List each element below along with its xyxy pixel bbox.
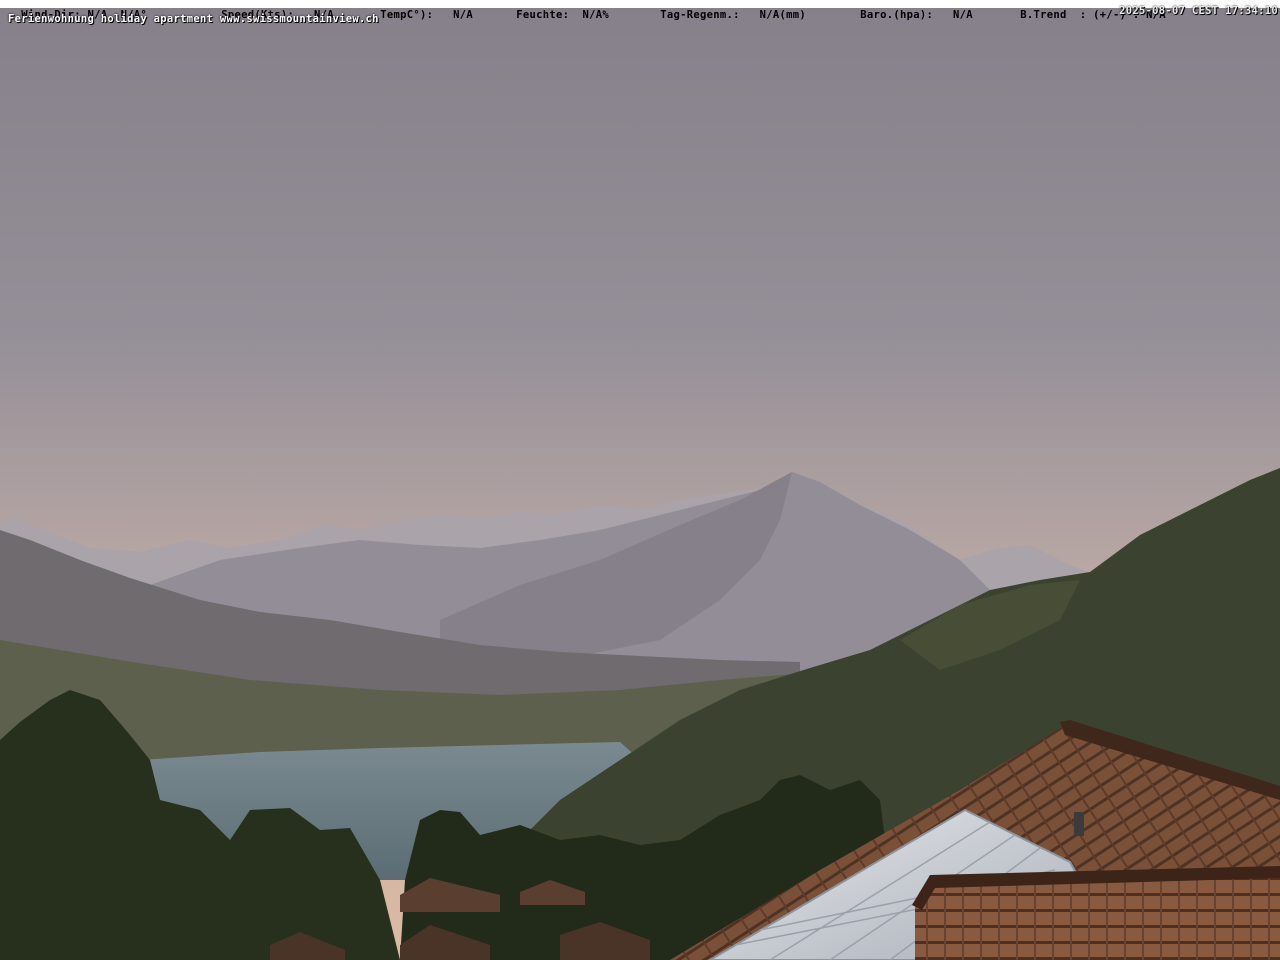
chimney (1074, 812, 1084, 836)
rain-label: Tag-Regenm.: (660, 9, 740, 21)
temp-value: N/A (453, 9, 473, 21)
baro-value: N/A (952, 9, 973, 21)
weather-temp: TempC°): N/A (367, 0, 473, 21)
weather-humidity: Feuchte: N/A% (503, 0, 609, 21)
baro-label: Baro.(hpa): (860, 9, 934, 21)
rain-value: N/A(mm) (759, 9, 806, 21)
site-subtitle: Ferienwohnung holiday apartment www.swis… (8, 13, 379, 25)
timestamp: 2025-08-07 CEST 17:34:10 (1119, 5, 1278, 17)
weather-baro: Baro.(hpa): N/A (847, 0, 973, 21)
humidity-label: Feuchte: (516, 9, 570, 21)
weather-rain: Tag-Regenm.: N/A(mm) (647, 0, 806, 21)
humidity-value: N/A% (582, 9, 609, 21)
temp-label: TempC°): (380, 9, 434, 21)
webcam-scene (0, 0, 1280, 960)
